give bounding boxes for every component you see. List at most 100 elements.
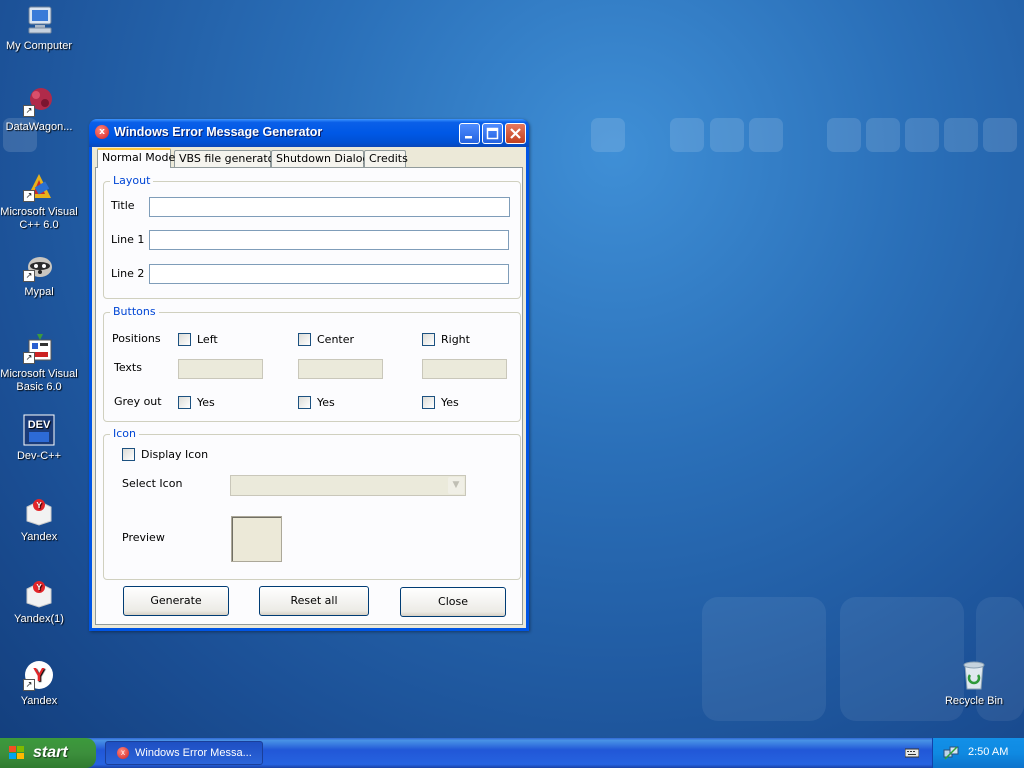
desktop-icon-yandex-browser[interactable]: Y ↗ Yandex	[0, 659, 78, 708]
layout-group: Layout Title Line 1 Line 2	[103, 174, 521, 299]
desktop-icon-label: Yandex(1)	[14, 613, 64, 625]
desktop-icon-label: DataWagon...	[5, 121, 73, 133]
generate-button[interactable]: Generate	[123, 586, 229, 616]
error-x-icon: x	[117, 747, 129, 759]
start-button[interactable]: start	[0, 738, 96, 768]
visual-basic-icon: ↗	[23, 332, 55, 364]
maximize-icon	[486, 127, 499, 140]
right-button-text-input[interactable]	[422, 359, 507, 379]
shortcut-arrow-icon: ↗	[23, 679, 35, 691]
start-label: start	[33, 744, 68, 761]
close-window-button[interactable]	[505, 123, 526, 144]
svg-text:Y: Y	[36, 583, 42, 592]
display-icon-checkbox[interactable]	[122, 448, 135, 461]
title-input[interactable]	[149, 197, 510, 217]
positions-label: Positions	[112, 332, 161, 345]
desktop-icon-visual-cpp[interactable]: ↗ Microsoft Visual C++ 6.0	[0, 170, 78, 232]
tab-label: Normal Mode	[102, 151, 176, 164]
svg-text:Y: Y	[36, 501, 42, 510]
reset-all-button[interactable]: Reset all	[259, 586, 369, 616]
close-icon	[510, 128, 521, 139]
tab-vbs-file-generator[interactable]: VBS file generator	[174, 150, 279, 167]
chevron-down-icon: ▼	[448, 477, 464, 494]
display-icon-label: Display Icon	[141, 448, 209, 461]
windows-flag-icon	[9, 746, 24, 759]
desktop-icon-label: Microsoft Visual Basic 6.0	[0, 368, 78, 393]
desktop-icon-label: Recycle Bin	[944, 695, 1004, 707]
minimize-icon	[465, 136, 472, 139]
dev-cpp-icon: DEV	[23, 414, 55, 446]
select-icon-dropdown[interactable]: ▼	[230, 475, 466, 496]
right-greyout-checkbox[interactable]	[422, 396, 435, 409]
desktop-icon-label: My Computer	[5, 40, 73, 52]
yandex-box-icon: Y	[23, 495, 55, 527]
desktop-icon-yandex-1[interactable]: Y Yandex(1)	[0, 577, 78, 626]
window-titlebar[interactable]: x Windows Error Message Generator	[89, 119, 529, 147]
desktop-icon-datawagon[interactable]: ↗ DataWagon...	[0, 85, 78, 134]
preview-label: Preview	[122, 531, 165, 544]
yandex-box-icon: Y	[23, 577, 55, 609]
desktop-icon-dev-cpp[interactable]: DEV Dev-C++	[0, 414, 78, 463]
center-position-checkbox[interactable]	[298, 333, 311, 346]
desktop-icon-label: Microsoft Visual C++ 6.0	[0, 206, 78, 231]
shortcut-arrow-icon: ↗	[23, 270, 35, 282]
title-label: Title	[111, 199, 135, 212]
error-x-icon: x	[95, 125, 109, 139]
window-client-area: Normal Mode VBS file generator Shutdown …	[92, 147, 526, 628]
texts-label: Texts	[114, 361, 142, 374]
desktop-icon-visual-basic[interactable]: ↗ Microsoft Visual Basic 6.0	[0, 332, 78, 394]
visual-cpp-icon: ↗	[23, 170, 55, 202]
center-button-text-input[interactable]	[298, 359, 383, 379]
datawagon-icon: ↗	[23, 85, 55, 117]
tab-credits[interactable]: Credits	[364, 150, 408, 167]
tab-label: Credits	[369, 152, 408, 165]
left-greyout-checkbox[interactable]	[178, 396, 191, 409]
buttons-group: Buttons Positions Texts Grey out Left Ce…	[103, 305, 521, 422]
error-generator-window: x Windows Error Message Generator Normal…	[89, 119, 529, 631]
desktop-icon-label: Mypal	[24, 286, 54, 298]
shortcut-arrow-icon: ↗	[23, 105, 35, 117]
keyboard-icon[interactable]	[905, 748, 919, 758]
line2-label: Line 2	[111, 267, 145, 280]
tab-shutdown-dialog[interactable]: Shutdown Dialog	[271, 150, 369, 167]
desktop-icon-label: Dev-C++	[16, 450, 62, 462]
desktop-icon-recycle-bin[interactable]: Recycle Bin	[935, 659, 1013, 708]
desktop-icon-my-computer[interactable]: My Computer	[0, 4, 78, 53]
greyout-label: Grey out	[114, 395, 162, 408]
tab-label: Shutdown Dialog	[276, 152, 370, 165]
desktop-icon-yandex[interactable]: Y Yandex	[0, 495, 78, 544]
tab-normal-mode[interactable]: Normal Mode	[97, 148, 175, 168]
layout-group-legend: Layout	[110, 174, 154, 187]
mypal-raccoon-icon: ↗	[23, 250, 55, 282]
center-greyout-checkbox[interactable]	[298, 396, 311, 409]
close-button-label: Close	[438, 595, 468, 608]
icon-preview-box	[231, 516, 282, 562]
center-position-label: Center	[317, 333, 355, 346]
desktop-icon-label: Yandex	[20, 531, 58, 543]
shortcut-arrow-icon: ↗	[23, 352, 35, 364]
recycle-bin-icon	[958, 659, 990, 691]
line2-input[interactable]	[149, 264, 509, 284]
minimize-button[interactable]	[459, 123, 480, 144]
yandex-browser-icon: Y ↗	[23, 659, 55, 691]
taskbar-window-label: Windows Error Messa...	[135, 747, 252, 759]
close-button[interactable]: Close	[400, 587, 506, 617]
right-position-checkbox[interactable]	[422, 333, 435, 346]
shortcut-arrow-icon: ↗	[23, 190, 35, 202]
window-title: Windows Error Message Generator	[114, 125, 323, 139]
system-tray: 2:50 AM	[932, 738, 1024, 768]
line1-input[interactable]	[149, 230, 509, 250]
taskbar-window-button[interactable]: x Windows Error Messa...	[105, 741, 263, 765]
left-position-checkbox[interactable]	[178, 333, 191, 346]
desktop-icon-mypal[interactable]: ↗ Mypal	[0, 250, 78, 299]
select-icon-label: Select Icon	[122, 477, 183, 490]
clock: 2:50 AM	[968, 746, 1009, 758]
center-greyout-label: Yes	[317, 396, 335, 409]
taskbar: start x Windows Error Messa... 2:50 AM	[0, 738, 1024, 768]
icon-group-legend: Icon	[110, 427, 139, 440]
line1-label: Line 1	[111, 233, 145, 246]
network-icon[interactable]	[943, 745, 959, 761]
left-button-text-input[interactable]	[178, 359, 263, 379]
maximize-button[interactable]	[482, 123, 503, 144]
buttons-group-legend: Buttons	[110, 305, 159, 318]
